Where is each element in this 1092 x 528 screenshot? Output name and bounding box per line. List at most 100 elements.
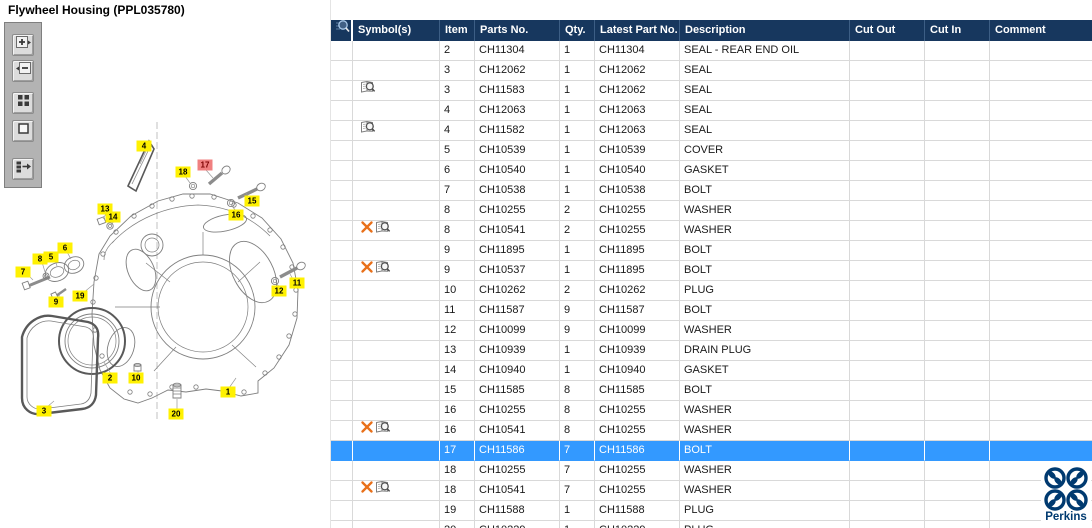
cell-symbols[interactable] [353, 221, 440, 241]
cell-selector [331, 61, 353, 81]
cell-cutin [925, 441, 990, 461]
cell-item: 9 [440, 241, 475, 261]
table-row[interactable]: 7 CH10538 1 CH10538 BOLT [331, 181, 1092, 201]
table-row[interactable]: 18 CH10541 7 CH10255 WASHER [331, 481, 1092, 501]
cell-cutin [925, 341, 990, 361]
cell-latest: CH10099 [595, 321, 680, 341]
diagram-callout-12[interactable]: 12 [271, 285, 287, 297]
tile-view-button[interactable] [12, 92, 34, 114]
cell-qty: 1 [560, 81, 595, 101]
cell-cutin [925, 461, 990, 481]
cell-item: 8 [440, 201, 475, 221]
table-row[interactable]: 2 CH11304 1 CH11304 SEAL - REAR END OIL [331, 41, 1092, 61]
diagram-callout-15[interactable]: 15 [244, 195, 260, 207]
table-row[interactable]: 3 CH11583 1 CH12062 SEAL [331, 81, 1092, 101]
diagram-callout-11[interactable]: 11 [289, 277, 305, 289]
cell-cutin [925, 361, 990, 381]
cell-qty: 1 [560, 101, 595, 121]
diagram-callout-16[interactable]: 16 [228, 209, 244, 221]
diagram-callout-10[interactable]: 10 [128, 372, 144, 384]
header-selector-column[interactable] [331, 20, 353, 41]
cell-cutout [850, 481, 925, 501]
diagram-callout-4[interactable]: 4 [136, 140, 152, 152]
table-row[interactable]: 15 CH11585 8 CH11585 BOLT [331, 381, 1092, 401]
header-comment[interactable]: Comment [990, 20, 1092, 41]
cell-comment [990, 61, 1092, 81]
table-row[interactable]: 18 CH10255 7 CH10255 WASHER [331, 461, 1092, 481]
diagram-callout-7[interactable]: 7 [15, 266, 31, 278]
table-row-selected[interactable]: 17 CH11586 7 CH11586 BOLT [331, 441, 1092, 461]
header-item[interactable]: Item [440, 20, 475, 41]
table-row[interactable]: 13 CH10939 1 CH10939 DRAIN PLUG [331, 341, 1092, 361]
table-row[interactable]: 16 CH10541 8 CH10255 WASHER [331, 421, 1092, 441]
header-cut-out[interactable]: Cut Out [850, 20, 925, 41]
cell-desc: WASHER [680, 321, 850, 341]
zoom-out-button[interactable] [12, 60, 34, 82]
cell-symbols[interactable] [353, 81, 440, 101]
cell-latest: CH10540 [595, 161, 680, 181]
header-parts-no[interactable]: Parts No. [475, 20, 560, 41]
cell-item: 10 [440, 281, 475, 301]
table-row[interactable]: 20CH102291CH10229PLUG [331, 521, 1092, 528]
diagram-callout-14[interactable]: 14 [105, 211, 121, 223]
table-row[interactable]: 4 CH11582 1 CH12063 SEAL [331, 121, 1092, 141]
history-lookup-icon [360, 121, 376, 140]
diagram-callout-2[interactable]: 2 [102, 372, 118, 384]
table-row[interactable]: 10 CH10262 2 CH10262 PLUG [331, 281, 1092, 301]
table-row[interactable]: 12 CH10099 9 CH10099 WASHER [331, 321, 1092, 341]
table-row[interactable]: 14 CH10940 1 CH10940 GASKET [331, 361, 1092, 381]
cell-item: 5 [440, 141, 475, 161]
cell-comment [990, 201, 1092, 221]
cell-part: CH11587 [475, 301, 560, 321]
header-latest-part-no[interactable]: Latest Part No. [595, 20, 680, 41]
diagram-callout-20[interactable]: 20 [168, 408, 184, 420]
diagram-callout-19[interactable]: 19 [72, 290, 88, 302]
cell-desc: GASKET [680, 361, 850, 381]
cell-symbols[interactable] [353, 261, 440, 281]
diagram-callout-3[interactable]: 3 [36, 405, 52, 417]
cell-part: CH11895 [475, 241, 560, 261]
zoom-in-button[interactable] [12, 34, 34, 56]
header-qty[interactable]: Qty. [560, 20, 595, 41]
header-symbols[interactable]: Symbol(s) [353, 20, 440, 41]
cell-symbols[interactable] [353, 481, 440, 501]
not-fitted-icon [360, 421, 374, 440]
cell-cutin [925, 241, 990, 261]
table-row[interactable]: 6 CH10540 1 CH10540 GASKET [331, 161, 1092, 181]
diagram-callout-8[interactable]: 8 [32, 253, 48, 265]
cell-selector [331, 241, 353, 261]
table-row[interactable]: 9 CH10537 1 CH11895 BOLT [331, 261, 1092, 281]
cell-symbols[interactable] [353, 121, 440, 141]
table-row[interactable]: 19 CH11588 1 CH11588 PLUG [331, 501, 1092, 521]
diagram-callout-17[interactable]: 17 [197, 159, 213, 171]
cell-latest: CH10229 [595, 521, 680, 528]
cell-desc: WASHER [680, 481, 850, 501]
cell-item: 15 [440, 381, 475, 401]
cell-qty: 8 [560, 401, 595, 421]
diagram-callout-18[interactable]: 18 [175, 166, 191, 178]
cell-comment [990, 101, 1092, 121]
single-view-button[interactable] [12, 120, 34, 142]
cell-desc: SEAL [680, 81, 850, 101]
cell-selector [331, 181, 353, 201]
table-row[interactable]: 16 CH10255 8 CH10255 WASHER [331, 401, 1092, 421]
header-description[interactable]: Description [680, 20, 850, 41]
header-cut-in[interactable]: Cut In [925, 20, 990, 41]
table-row[interactable]: 3 CH12062 1 CH12062 SEAL [331, 61, 1092, 81]
diagram-callout-9[interactable]: 9 [48, 296, 64, 308]
not-fitted-icon [360, 221, 374, 240]
cell-symbols[interactable] [353, 421, 440, 441]
table-row[interactable]: 8 CH10255 2 CH10255 WASHER [331, 201, 1092, 221]
cell-cutout [850, 501, 925, 521]
diagram-callout-6[interactable]: 6 [57, 242, 73, 254]
cell-comment [990, 41, 1092, 61]
table-row[interactable]: 9 CH11895 1 CH11895 BOLT [331, 241, 1092, 261]
table-row[interactable]: 8 CH10541 2 CH10255 WASHER [331, 221, 1092, 241]
cell-qty: 1 [560, 41, 595, 61]
table-row[interactable]: 4 CH12063 1 CH12063 SEAL [331, 101, 1092, 121]
table-row[interactable]: 11 CH11587 9 CH11587 BOLT [331, 301, 1092, 321]
cell-selector [331, 161, 353, 181]
diagram-callout-1[interactable]: 1 [220, 386, 236, 398]
export-list-button[interactable] [12, 158, 34, 180]
table-row[interactable]: 5 CH10539 1 CH10539 COVER [331, 141, 1092, 161]
